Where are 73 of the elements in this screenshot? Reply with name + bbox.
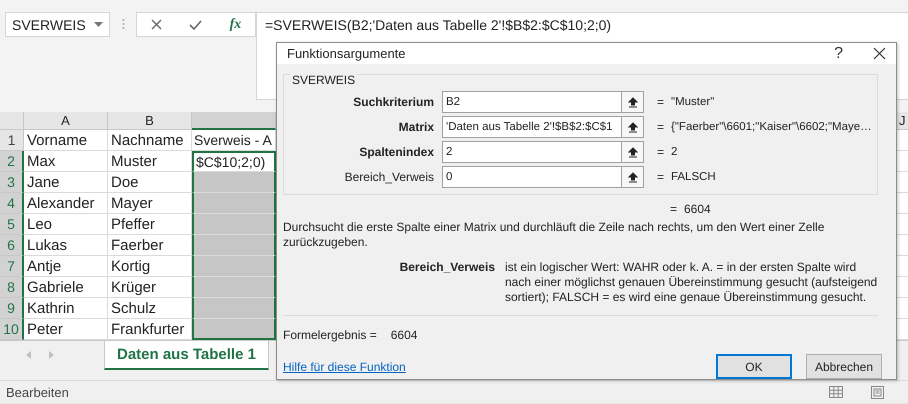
table-cell: Lukas xyxy=(24,235,108,256)
argument-field[interactable]: 2 xyxy=(442,141,622,163)
upload-arrow-icon xyxy=(628,96,638,108)
column-header[interactable]: A xyxy=(24,112,108,130)
argument-label: Spaltenindex xyxy=(358,145,435,159)
formula-result: 6604 xyxy=(390,328,418,342)
help-button[interactable]: ? xyxy=(834,44,843,62)
grid-view-icon[interactable] xyxy=(829,386,843,398)
name-box[interactable]: SVERWEIS xyxy=(5,12,110,37)
row-header[interactable]: 2 xyxy=(0,151,24,172)
group-legend: SVERWEIS xyxy=(290,73,358,87)
argument-field[interactable]: 0 xyxy=(442,166,622,188)
argument-field[interactable]: B2 xyxy=(442,91,622,113)
row-header[interactable]: 8 xyxy=(0,277,24,298)
parameter-name: Bereich_Verweis xyxy=(398,260,496,276)
argument-result: "Muster" xyxy=(671,96,714,108)
argument-label: Matrix xyxy=(398,120,435,134)
table-cell: Kathrin xyxy=(24,298,108,319)
cancel-icon[interactable] xyxy=(150,19,162,30)
close-icon[interactable] xyxy=(873,47,886,60)
table-cell: Vorname xyxy=(24,130,108,151)
row-header[interactable]: 3 xyxy=(0,172,24,193)
collapse-button[interactable] xyxy=(622,141,644,163)
argument-result: FALSCH xyxy=(671,171,716,183)
collapse-button[interactable] xyxy=(622,91,644,113)
equals-sign: = xyxy=(670,202,678,216)
upload-arrow-icon xyxy=(628,172,638,182)
caret-icon xyxy=(94,22,103,27)
parameter-description: ist ein logischer Wert: WAHR oder k. A. = in der ersten Spalte wird nach einer möglichst genauen Übereinstimmung gesucht (aufsteigend sortiert); FALSCH = es wird eine genaue Übereinstimmung gesucht. xyxy=(505,260,878,305)
column-header[interactable] xyxy=(192,112,276,130)
dialog-title: Funktionsargumente xyxy=(287,46,407,61)
table-cell: Jane xyxy=(24,172,108,193)
row-header[interactable]: 7 xyxy=(0,256,24,277)
page-view-icon[interactable] xyxy=(871,386,884,398)
argument-label: Bereich_Verweis xyxy=(344,170,435,184)
check-icon[interactable] xyxy=(189,20,202,30)
function-description: Durchsucht die erste Spalte einer Matrix und durchläuft die Zeile nach rechts, um den Wert einer Zelle zurückzugeben. xyxy=(282,219,826,250)
table-cell: Max xyxy=(24,151,108,172)
row-header[interactable]: 4 xyxy=(0,193,24,214)
function-result: 6604 xyxy=(684,202,711,216)
collapse-button[interactable] xyxy=(622,116,644,138)
equals-sign: = xyxy=(657,170,666,184)
insert-function-button[interactable]: fx xyxy=(230,16,242,32)
argument-result: 2 xyxy=(671,146,678,158)
table-cell: Leo xyxy=(24,214,108,235)
upload-arrow-icon xyxy=(628,146,638,158)
result-label: Formelergebnis = xyxy=(283,328,377,342)
upload-arrow-icon xyxy=(628,122,638,132)
grip-icon xyxy=(122,18,125,30)
argument-label: Suchkriterium xyxy=(352,95,435,109)
equals-sign: = xyxy=(657,95,666,109)
equals-sign: = xyxy=(657,120,666,134)
table-cell: Alexander xyxy=(24,193,108,214)
sheet-tab[interactable]: Daten aus Tabelle 1 xyxy=(104,341,269,370)
cancel-button[interactable]: Abbrechen xyxy=(806,354,882,379)
collapse-button[interactable] xyxy=(622,166,644,188)
row-header[interactable]: 10 xyxy=(0,319,24,340)
table-cell: Muster xyxy=(108,151,192,172)
table-cell: Nachname xyxy=(108,130,192,151)
row-header[interactable]: 5 xyxy=(0,214,24,235)
status-text: Bearbeiten xyxy=(6,384,69,400)
help-link[interactable]: Hilfe für diese Funktion xyxy=(283,360,702,374)
column-header[interactable]: J xyxy=(897,112,908,130)
argument-field[interactable]: 'Daten aus Tabelle 2'!$B$2:$C$1 xyxy=(442,116,622,138)
table-cell: Gabriele xyxy=(24,277,108,298)
row-header[interactable]: 9 xyxy=(0,298,24,319)
row-header[interactable]: 6 xyxy=(0,235,24,256)
column-header[interactable]: B xyxy=(108,112,192,130)
row-header[interactable]: 1 xyxy=(0,130,24,151)
ok-button[interactable]: OK xyxy=(716,354,792,379)
equals-sign: = xyxy=(657,145,666,159)
argument-result: {"Faerber"\6601;"Kaiser"\6602;"Maye… xyxy=(671,121,872,133)
table-cell: Antje xyxy=(24,256,108,277)
